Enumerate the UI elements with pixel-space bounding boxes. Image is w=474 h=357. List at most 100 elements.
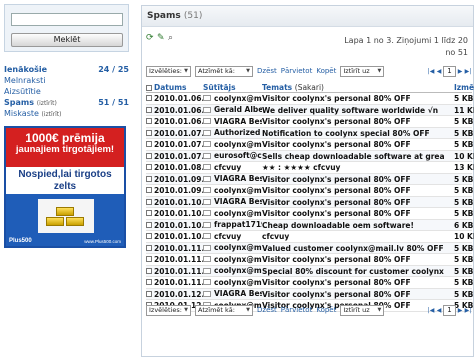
row-subject[interactable]: Visitor coolynx's personal 80% OFF [262, 185, 454, 196]
row-subject[interactable]: Special 80% discount for customer coolyn… [262, 266, 454, 277]
table-row[interactable]: 2010.01.07.eurosoft@conSells cheap downl… [146, 150, 474, 162]
table-row[interactable]: 2010.01.07.Authorized VINotification to … [146, 127, 474, 139]
row-subject[interactable]: Visitor coolynx's personal 80% OFF [262, 254, 454, 265]
refresh-icon[interactable]: ⟳ [146, 34, 155, 43]
empty-dropdown-bottom[interactable]: Iztīrīt uz ▼ [340, 304, 385, 316]
move-link-bottom[interactable]: Pārvietot [281, 306, 313, 314]
table-row[interactable]: 2010.01.11.coolynx@mail.Visitor coolynx'… [146, 277, 473, 289]
compose-icon[interactable]: ✎ [157, 34, 166, 43]
delete-link[interactable]: Dzēst [257, 67, 277, 75]
folder-empty-link[interactable]: (iztīrīt) [41, 111, 61, 118]
row-checkbox[interactable] [146, 128, 154, 139]
table-row[interactable]: 2010.01.08.cfcvuy★★ : ★★★★ cfcvuy13 KB [146, 162, 474, 174]
row-checkbox[interactable] [146, 208, 154, 219]
table-row[interactable]: 2010.01.07.coolynx@mail.Visitor coolynx'… [146, 139, 473, 151]
prev-page-icon[interactable]: ◀ [435, 306, 443, 315]
search-input[interactable] [11, 13, 123, 26]
row-checkbox[interactable] [146, 93, 154, 104]
folder-item[interactable]: Miskaste (iztīrīt) [4, 108, 129, 119]
first-page-icon[interactable]: |◀ [427, 306, 435, 315]
controls-top: Izvēlēties: ▼ Atzīmēt kā: ▼ Dzēst Pārvieto… [146, 65, 472, 77]
folder-item[interactable]: Aizsūtītie [4, 86, 129, 97]
table-row[interactable]: 2010.01.11.coolynx@mail.Valued customer … [146, 242, 473, 254]
first-page-icon[interactable]: |◀ [427, 67, 435, 76]
row-subject[interactable]: Cheap downloadable oem software! [262, 220, 454, 231]
select-all-checkbox[interactable] [146, 83, 154, 92]
row-checkbox[interactable] [146, 254, 154, 265]
table-row[interactable]: 2010.01.06.coolynx@mail.Visitor coolynx'… [146, 93, 473, 105]
column-size[interactable]: Izmērs [454, 83, 474, 92]
folder-empty-link[interactable]: (iztīrīt) [37, 100, 57, 107]
row-subject[interactable]: Visitor coolynx's personal 80% OFF [262, 174, 454, 185]
mark-as-dropdown[interactable]: Atzīmēt kā: ▼ [195, 65, 253, 77]
prev-page-icon[interactable]: ◀ [435, 67, 443, 76]
row-checkbox[interactable] [146, 185, 154, 196]
row-checkbox[interactable] [146, 116, 154, 127]
search-icon[interactable]: ⌕ [168, 34, 177, 43]
row-subject[interactable]: Visitor coolynx's personal 80% OFF [262, 208, 454, 219]
table-row[interactable]: 2010.01.10.frappat17198Cheap downloadabl… [146, 219, 473, 231]
table-row[interactable]: 2010.01.10.coolynx@mail.Visitor coolynx'… [146, 208, 473, 220]
folder-item[interactable]: Spams (iztīrīt) 51 / 51 [4, 97, 129, 108]
search-button[interactable]: Meklēt [11, 33, 123, 47]
select-dropdown[interactable]: Izvēlēties: ▼ [146, 65, 191, 77]
row-subject[interactable]: Notification to coolynx special 80% OFF [262, 128, 454, 139]
row-checkbox[interactable] [146, 174, 154, 185]
delete-link-bottom[interactable]: Dzēst [257, 306, 277, 314]
row-subject[interactable]: Visitor coolynx's personal 80% OFF [262, 116, 454, 127]
row-subject[interactable]: Sells cheap downloadable software at gre… [262, 151, 454, 162]
row-size: 5 KB [454, 128, 474, 138]
table-row[interactable]: 2010.01.09.coolynx@mail.Visitor coolynx'… [146, 185, 473, 197]
row-checkbox[interactable] [146, 220, 154, 231]
row-subject[interactable]: Valued customer coolynx@mail.lv 80% OFF [262, 243, 454, 254]
page-input-bottom[interactable]: 1 [443, 304, 456, 316]
row-checkbox[interactable] [146, 266, 154, 277]
table-row[interactable]: 2010.01.09.VIAGRA BestVisitor coolynx's … [146, 173, 473, 185]
row-subject[interactable]: We deliver quality software worldwide √n [262, 105, 454, 116]
column-date[interactable]: Datums [154, 83, 203, 92]
last-page-icon[interactable]: ▶| [464, 306, 472, 315]
table-row[interactable]: 2010.01.10.cfcvuycfcvuy10 KB [146, 231, 474, 243]
next-page-icon[interactable]: ▶ [456, 306, 464, 315]
row-checkbox[interactable] [146, 243, 154, 254]
row-checkbox[interactable] [146, 105, 154, 116]
row-subject[interactable]: Visitor coolynx's personal 80% OFF [262, 289, 454, 300]
copy-link-bottom[interactable]: Kopēt [316, 306, 336, 314]
ad-url: www.Plus500.com [84, 239, 121, 244]
row-size: 13 KB [454, 163, 474, 172]
table-row[interactable]: 2010.01.11.coolynx@mail.Special 80% disc… [146, 265, 473, 277]
table-row[interactable]: 2010.01.06.VIAGRA BestVisitor coolynx's … [146, 116, 473, 128]
row-subject[interactable]: Visitor coolynx's personal 80% OFF [262, 139, 454, 150]
row-checkbox[interactable] [146, 162, 154, 173]
folder-item[interactable]: Melnraksti [4, 75, 129, 86]
select-dropdown-bottom[interactable]: Izvēlēties: ▼ [146, 304, 191, 316]
row-checkbox[interactable] [146, 231, 154, 242]
row-subject[interactable]: Visitor coolynx's personal 80% OFF [262, 93, 454, 104]
row-checkbox[interactable] [146, 151, 154, 162]
copy-link[interactable]: Kopēt [316, 67, 336, 75]
envelope-icon [203, 164, 211, 171]
row-subject[interactable]: Visitor coolynx's personal 80% OFF [262, 197, 454, 208]
row-subject[interactable]: ★★ : ★★★★ cfcvuy [262, 162, 454, 173]
row-checkbox[interactable] [146, 277, 154, 288]
page-input[interactable]: 1 [443, 65, 456, 77]
table-row[interactable]: 2010.01.10.VIAGRA BestVisitor coolynx's … [146, 196, 473, 208]
mark-as-dropdown-bottom[interactable]: Atzīmēt kā: ▼ [195, 304, 253, 316]
folder-item[interactable]: Ienākošie 24 / 25 [4, 64, 129, 75]
row-checkbox[interactable] [146, 139, 154, 150]
last-page-icon[interactable]: ▶| [464, 67, 472, 76]
table-row[interactable]: 2010.01.12.VIAGRA BestVisitor coolynx's … [146, 288, 473, 300]
row-subject[interactable]: cfcvuy [262, 231, 454, 242]
table-row[interactable]: 2010.01.11.coolynx@mail.Visitor coolynx'… [146, 254, 473, 266]
ad-banner[interactable]: 1000€ prēmija jaunajiem tirgotājiem! Nos… [4, 126, 126, 248]
next-page-icon[interactable]: ▶ [456, 67, 464, 76]
envelope-icon [203, 152, 211, 159]
column-from[interactable]: Sūtītājs [203, 83, 262, 92]
row-checkbox[interactable] [146, 289, 154, 300]
empty-dropdown[interactable]: Iztīrīt uz ▼ [340, 65, 385, 77]
column-subject[interactable]: Temats (Sakari) [262, 83, 454, 92]
move-link[interactable]: Pārvietot [281, 67, 313, 75]
table-row[interactable]: 2010.01.06.Gerald AlbertWe deliver quali… [146, 104, 474, 116]
row-subject[interactable]: Visitor coolynx's personal 80% OFF [262, 277, 454, 288]
row-checkbox[interactable] [146, 197, 154, 208]
